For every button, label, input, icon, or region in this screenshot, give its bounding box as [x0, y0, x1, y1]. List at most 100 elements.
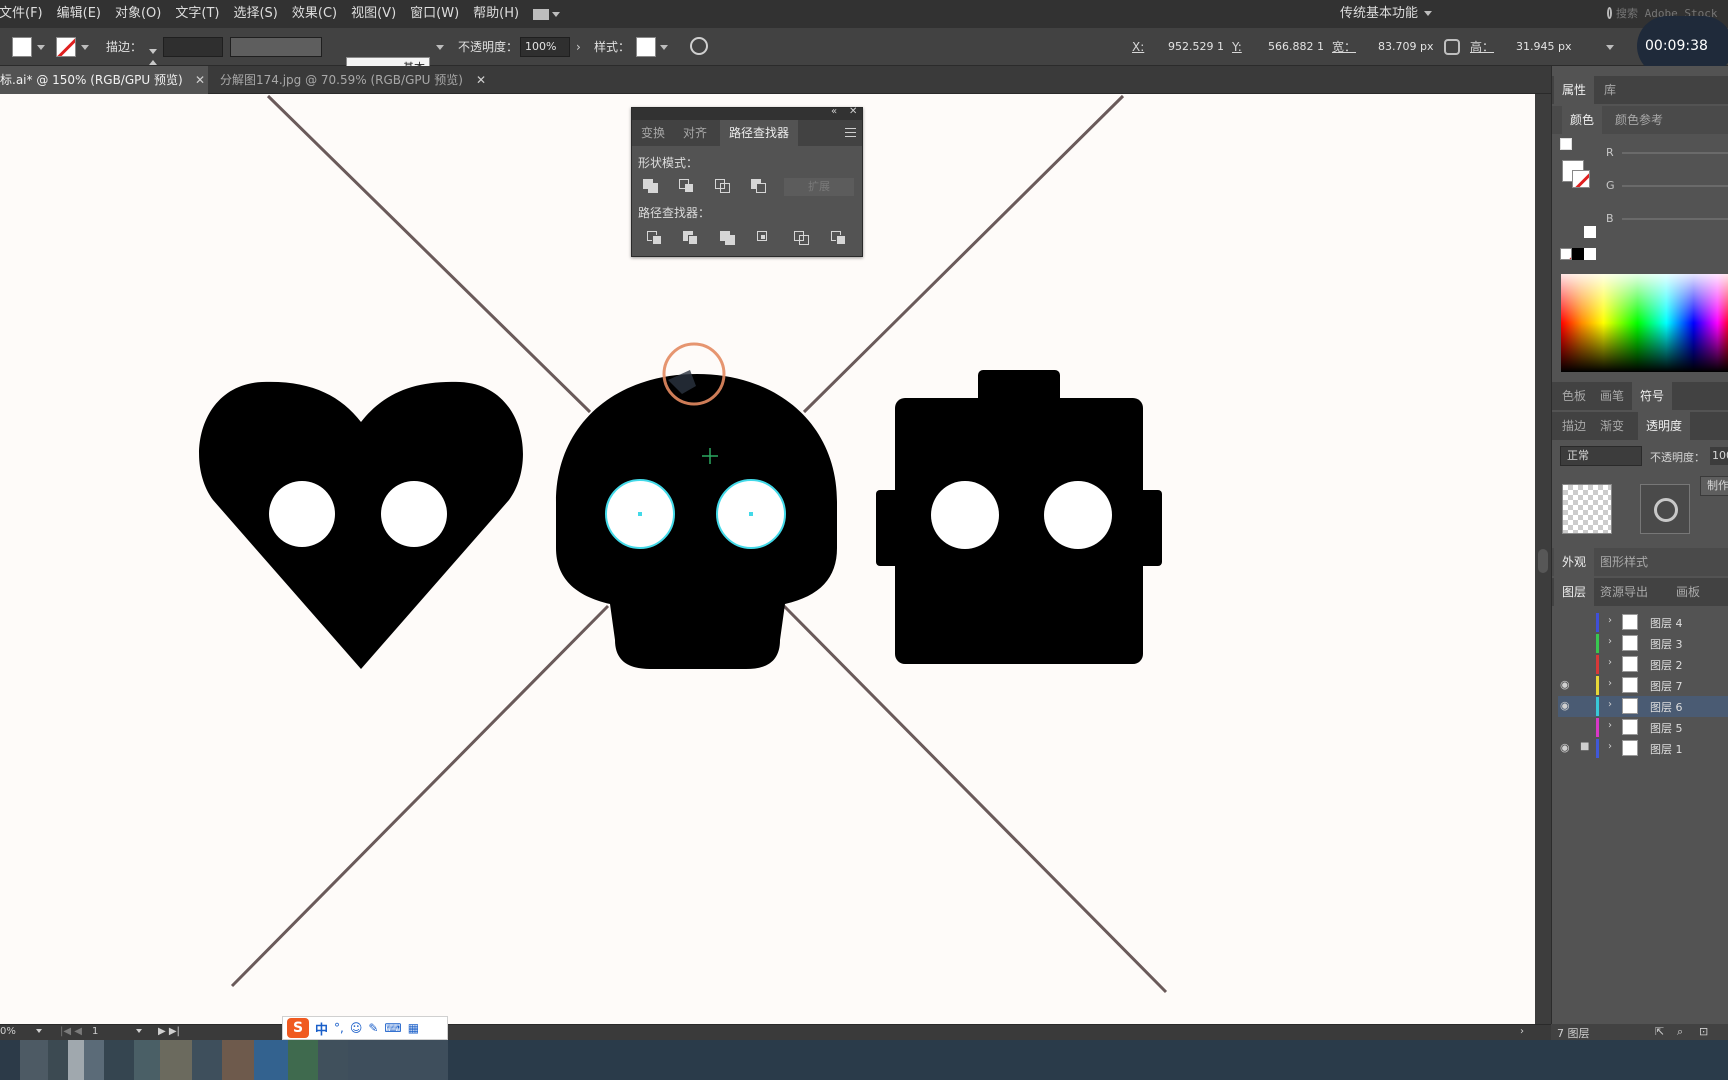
chevron-down-icon[interactable]: [81, 45, 89, 65]
expand-chevron-icon[interactable]: ›: [1608, 741, 1612, 752]
recolor-artwork-icon[interactable]: [690, 37, 708, 55]
taskbar-item[interactable]: [160, 1040, 192, 1080]
layer-row[interactable]: ◉ › 图层 6: [1558, 696, 1728, 717]
tab-transparency[interactable]: 透明度: [1638, 412, 1691, 440]
ime-mode-toggle[interactable]: 中: [315, 1019, 328, 1038]
channel-b-slider[interactable]: [1622, 218, 1728, 220]
artboard-number[interactable]: 1: [92, 1026, 98, 1037]
width-field[interactable]: 83.709 px: [1378, 37, 1433, 57]
tab-swatches[interactable]: 色板: [1554, 382, 1594, 410]
tab-asset-export[interactable]: 资源导出: [1592, 578, 1656, 606]
layer-row[interactable]: ◉ ■ › 图层 1: [1558, 738, 1728, 759]
chevron-down-icon[interactable]: [660, 45, 668, 65]
close-icon[interactable]: ✕: [195, 66, 205, 94]
opacity-thumbnail[interactable]: [1562, 484, 1612, 534]
chevron-down-icon[interactable]: [1606, 45, 1614, 65]
layer-row[interactable]: › 图层 4: [1558, 612, 1728, 633]
visibility-eye-icon[interactable]: [1560, 657, 1574, 671]
white-swatch[interactable]: [1584, 248, 1596, 260]
toolbox-icon[interactable]: ▦: [408, 1021, 419, 1035]
tab-active-document[interactable]: 标.ai* @ 150% (RGB/GPU 预览): [0, 66, 208, 94]
exclude-button[interactable]: [750, 178, 768, 194]
graphic-style-swatch[interactable]: [636, 37, 656, 57]
constrain-proportions-icon[interactable]: [1444, 39, 1460, 55]
expand-chevron-icon[interactable]: ›: [1608, 657, 1612, 668]
stroke-weight-field[interactable]: [163, 37, 223, 57]
close-icon[interactable]: ✕: [476, 66, 486, 94]
blend-mode-select[interactable]: 正常: [1560, 446, 1642, 466]
crop-button[interactable]: [756, 230, 774, 246]
color-spectrum[interactable]: [1561, 274, 1728, 372]
taskbar-item[interactable]: [222, 1040, 254, 1080]
chevron-down-icon[interactable]: [1424, 11, 1432, 16]
expand-chevron-icon[interactable]: ›: [1608, 720, 1612, 731]
tab-stroke[interactable]: 描边: [1554, 412, 1594, 440]
tab-gradient[interactable]: 渐变: [1592, 412, 1632, 440]
heart-shape[interactable]: [199, 381, 523, 669]
channel-r-slider[interactable]: [1622, 152, 1728, 154]
fill-swatch[interactable]: [12, 37, 32, 57]
taskbar-item[interactable]: [254, 1040, 288, 1080]
chevron-down-icon[interactable]: [37, 45, 45, 65]
taskbar-item[interactable]: [192, 1040, 222, 1080]
taskbar-item[interactable]: [288, 1040, 318, 1080]
chevron-down-icon[interactable]: [36, 1029, 42, 1033]
make-mask-button[interactable]: 制作: [1700, 476, 1728, 496]
taskbar-item[interactable]: [84, 1040, 104, 1080]
zoom-level[interactable]: 0%: [0, 1026, 16, 1037]
punctuation-icon[interactable]: °,: [334, 1021, 344, 1035]
height-label[interactable]: 高：: [1470, 37, 1494, 57]
intersect-button[interactable]: [714, 178, 732, 194]
layer-row[interactable]: ◉ › 图层 7: [1558, 675, 1728, 696]
divide-button[interactable]: [646, 230, 664, 246]
tab-color[interactable]: 颜色: [1562, 106, 1603, 134]
default-colors-icon[interactable]: [1560, 138, 1572, 150]
expand-chevron-icon[interactable]: ›: [1608, 678, 1612, 689]
width-label[interactable]: 宽：: [1332, 37, 1356, 57]
none-swatch[interactable]: [1560, 248, 1572, 260]
minus-front-button[interactable]: [678, 178, 696, 194]
mask-thumbnail[interactable]: [1640, 484, 1690, 534]
menu-edit[interactable]: 编辑(E): [50, 0, 108, 28]
arrange-documents-button[interactable]: [526, 0, 566, 28]
visibility-eye-icon[interactable]: ◉: [1560, 699, 1574, 713]
menu-window[interactable]: 窗口(W): [403, 0, 466, 28]
panel-titlebar[interactable]: « ✕: [632, 106, 862, 120]
menu-object[interactable]: 对象(O): [108, 0, 168, 28]
layer-row[interactable]: › 图层 2: [1558, 654, 1728, 675]
tab-pathfinder[interactable]: 路径查找器: [720, 120, 799, 146]
expand-button[interactable]: 扩展: [784, 178, 854, 196]
robot-shape[interactable]: [876, 370, 1162, 664]
opacity-label[interactable]: 不透明度：: [458, 37, 518, 57]
y-label[interactable]: Y:: [1232, 37, 1242, 57]
taskbar-item[interactable]: [68, 1040, 84, 1080]
expand-chevron-icon[interactable]: ›: [1608, 636, 1612, 647]
visibility-eye-icon[interactable]: [1560, 720, 1574, 734]
tab-align[interactable]: 对齐: [674, 120, 716, 146]
scroll-right-icon[interactable]: ›: [1520, 1026, 1524, 1037]
expand-chevron-icon[interactable]: ›: [1608, 615, 1612, 626]
taskbar-item[interactable]: [48, 1040, 68, 1080]
minus-back-button[interactable]: [830, 230, 848, 246]
handwriting-icon[interactable]: ✎: [368, 1021, 378, 1035]
taskbar-item[interactable]: [0, 1040, 20, 1080]
unite-button[interactable]: [642, 178, 660, 194]
tab-appearance[interactable]: 外观: [1554, 548, 1595, 576]
chevron-right-icon[interactable]: ›: [576, 37, 581, 57]
menu-type[interactable]: 文字(T): [168, 0, 226, 28]
out-of-gamut-swatch[interactable]: [1584, 226, 1596, 238]
visibility-eye-icon[interactable]: [1560, 636, 1574, 650]
layer-row[interactable]: › 图层 3: [1558, 633, 1728, 654]
merge-button[interactable]: [719, 230, 737, 246]
workspace-name[interactable]: 传统基本功能: [1340, 0, 1418, 28]
tab-symbols[interactable]: 符号: [1632, 382, 1673, 410]
vertical-scrollbar[interactable]: [1535, 94, 1551, 1024]
tab-libraries[interactable]: 库: [1596, 76, 1624, 104]
keyboard-icon[interactable]: ⌨: [384, 1021, 401, 1035]
first-artboard-icon[interactable]: |◀ ◀: [60, 1026, 82, 1037]
search-icon[interactable]: ⌕: [1677, 1025, 1683, 1039]
black-swatch[interactable]: [1572, 248, 1584, 260]
tab-brushes[interactable]: 画笔: [1592, 382, 1632, 410]
emoji-icon[interactable]: ☺: [350, 1021, 363, 1035]
chevron-down-icon[interactable]: [136, 1029, 142, 1033]
